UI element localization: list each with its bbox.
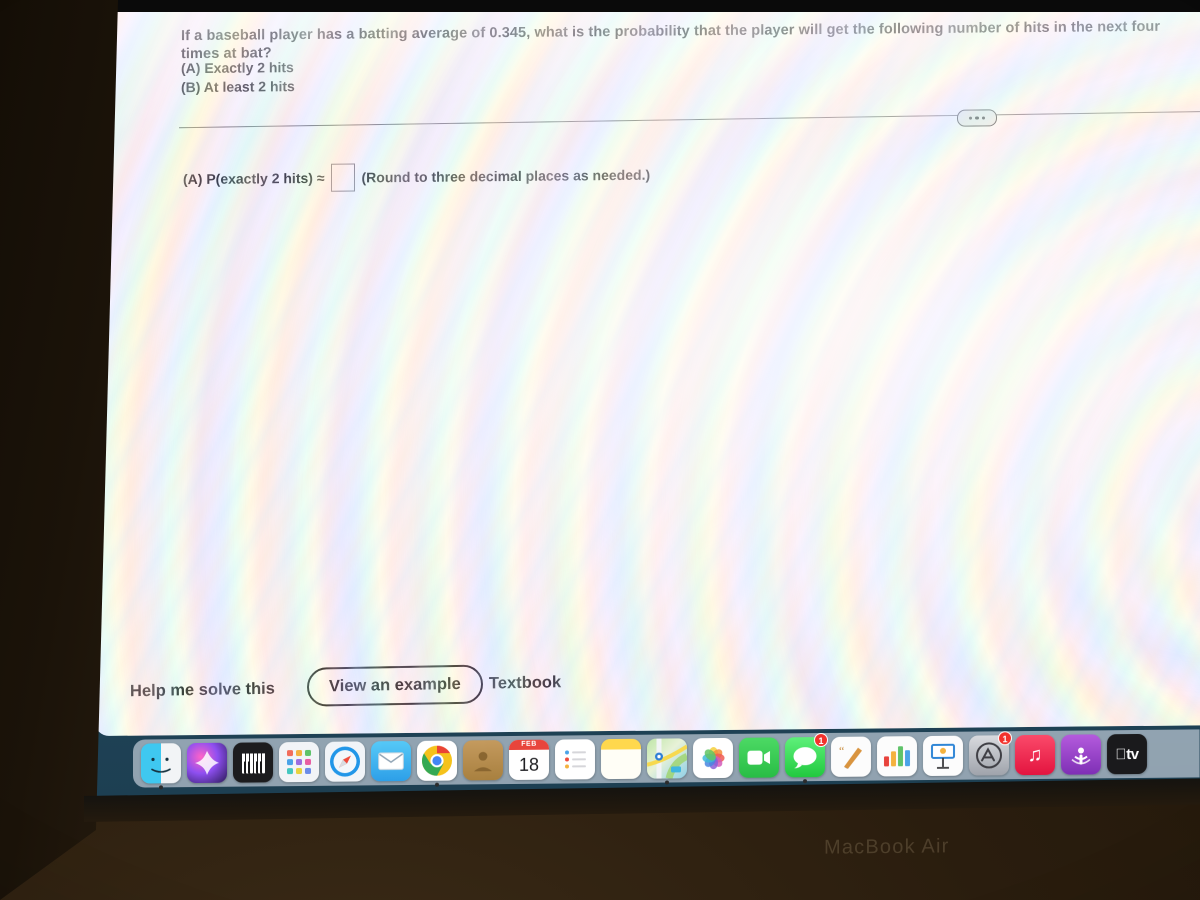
laptop-photo: If a baseball player has a batting avera… xyxy=(0,0,1200,900)
keynote-icon xyxy=(923,735,963,777)
answer-row: (A) P(exactly 2 hits) ≈ (Round to three … xyxy=(183,161,650,193)
textbook-button[interactable]: Textbook xyxy=(489,673,561,693)
siri-swirl-icon xyxy=(195,750,219,775)
numbers-icon xyxy=(877,736,917,777)
dock-item-keynote[interactable] xyxy=(923,735,963,777)
envelope-icon xyxy=(378,752,404,771)
dock-item-finder[interactable] xyxy=(141,743,181,790)
screen-bezel-top xyxy=(46,0,1200,12)
launchpad-icon xyxy=(279,741,319,783)
dock-item-messages[interactable]: 1 xyxy=(785,732,828,784)
view-an-example-button[interactable]: View an example xyxy=(306,664,483,707)
dock-item-notes[interactable] xyxy=(601,738,641,780)
more-options-icon[interactable] xyxy=(957,109,997,127)
answer-rounding-hint: (Round to three decimal places as needed… xyxy=(361,166,651,186)
question-choices: (A) Exactly 2 hits (B) At least 2 hits xyxy=(181,58,295,97)
running-indicator xyxy=(159,785,163,790)
music-icon: ♫ xyxy=(1015,734,1055,776)
contacts-icon xyxy=(463,740,503,781)
question-document: If a baseball player has a batting avera… xyxy=(95,0,1200,736)
facetime-icon xyxy=(739,737,779,778)
photos-icon xyxy=(693,737,733,779)
bar-chart-icon xyxy=(884,746,910,767)
finder-face-icon xyxy=(151,757,171,773)
running-indicator xyxy=(435,782,439,787)
dock-item-launchpad[interactable] xyxy=(279,741,319,783)
apple-tv-icon: tv xyxy=(1107,733,1147,775)
dot-2 xyxy=(975,116,979,120)
dock-item-facetime[interactable] xyxy=(739,737,779,778)
question-stem: If a baseball player has a batting avera… xyxy=(181,18,1161,63)
apple-tv-wordmark: tv xyxy=(1115,745,1138,763)
dock-item-pages[interactable]: “ xyxy=(831,736,871,777)
dock-item-music[interactable]: ♫ xyxy=(1015,734,1055,776)
safari-compass-icon xyxy=(330,746,360,777)
piano-keys-icon xyxy=(241,751,265,774)
dock-item-photos[interactable] xyxy=(693,737,733,779)
calendar-month: FEB xyxy=(509,739,549,751)
dock-item-numbers[interactable] xyxy=(877,736,917,777)
dock-item-reminders[interactable] xyxy=(555,739,595,780)
pages-icon: “ xyxy=(831,736,871,777)
dock-item-calendar[interactable]: FEB 18 xyxy=(509,739,549,781)
choice-b: (B) At least 2 hits xyxy=(181,78,295,96)
dock-item-podcasts[interactable] xyxy=(1061,734,1101,775)
podcast-antenna-icon xyxy=(1071,747,1091,765)
answer-input[interactable] xyxy=(330,163,355,192)
app-store-badge: 1 xyxy=(998,731,1012,746)
messages-badge: 1 xyxy=(814,732,828,748)
running-indicator xyxy=(803,779,807,784)
svg-text:“: “ xyxy=(839,744,844,758)
maps-icon xyxy=(647,738,687,779)
launchpad-grid-icon xyxy=(287,749,311,775)
app-store-glyph-icon xyxy=(976,742,1002,769)
section-divider xyxy=(178,111,1200,129)
choice-a: (A) Exactly 2 hits xyxy=(181,59,294,77)
dock-item-appstore[interactable]: 1 xyxy=(969,731,1012,776)
siri-icon xyxy=(187,742,227,784)
dock-item-siri[interactable] xyxy=(187,742,227,784)
running-indicator xyxy=(665,780,669,785)
reminders-list-icon xyxy=(564,750,586,769)
presentation-stand-icon xyxy=(931,743,955,769)
laptop-screen: If a baseball player has a batting avera… xyxy=(95,0,1200,800)
macos-dock: FEB 18 1 “ 1 ♫ tv xyxy=(133,728,1200,790)
video-camera-icon xyxy=(747,750,770,765)
macbook-air-wordmark: MacBook Air xyxy=(824,835,950,859)
help-me-solve-this-button[interactable]: Help me solve this xyxy=(130,680,275,702)
answer-label: (A) P(exactly 2 hits) ≈ xyxy=(183,169,325,188)
notes-icon xyxy=(601,738,641,780)
calendar-icon: FEB 18 xyxy=(509,739,549,781)
calendar-day: 18 xyxy=(518,754,540,775)
photos-flower-icon xyxy=(700,745,726,771)
podcasts-icon xyxy=(1061,734,1101,775)
dock-item-safari[interactable] xyxy=(325,741,365,782)
dock-item-maps[interactable] xyxy=(647,738,687,785)
dock-item-chrome[interactable] xyxy=(417,740,457,787)
speech-bubble-icon xyxy=(793,747,817,769)
chrome-icon xyxy=(417,740,457,781)
dock-item-appletv[interactable]: tv xyxy=(1107,733,1147,775)
garageband-icon xyxy=(233,742,273,783)
dot-1 xyxy=(968,116,972,120)
question-footer: Help me solve this View an example Textb… xyxy=(95,647,1200,736)
reminders-icon xyxy=(555,739,595,780)
chrome-logo-icon xyxy=(422,745,452,776)
pen-and-quote-icon: “ xyxy=(839,744,862,769)
safari-icon xyxy=(325,741,365,782)
dock-item-garageband[interactable] xyxy=(233,742,273,783)
courseware-window: If a baseball player has a batting avera… xyxy=(95,0,1200,736)
dock-item-contacts[interactable] xyxy=(463,740,503,781)
map-roads-icon xyxy=(647,738,687,779)
finder-icon xyxy=(141,743,181,784)
person-silhouette-icon xyxy=(474,751,492,772)
dock-item-mail[interactable] xyxy=(371,740,411,782)
mail-icon xyxy=(371,740,411,782)
calendar-face: FEB 18 xyxy=(509,739,549,780)
dot-3 xyxy=(982,116,986,120)
music-note-icon: ♫ xyxy=(1027,743,1043,767)
